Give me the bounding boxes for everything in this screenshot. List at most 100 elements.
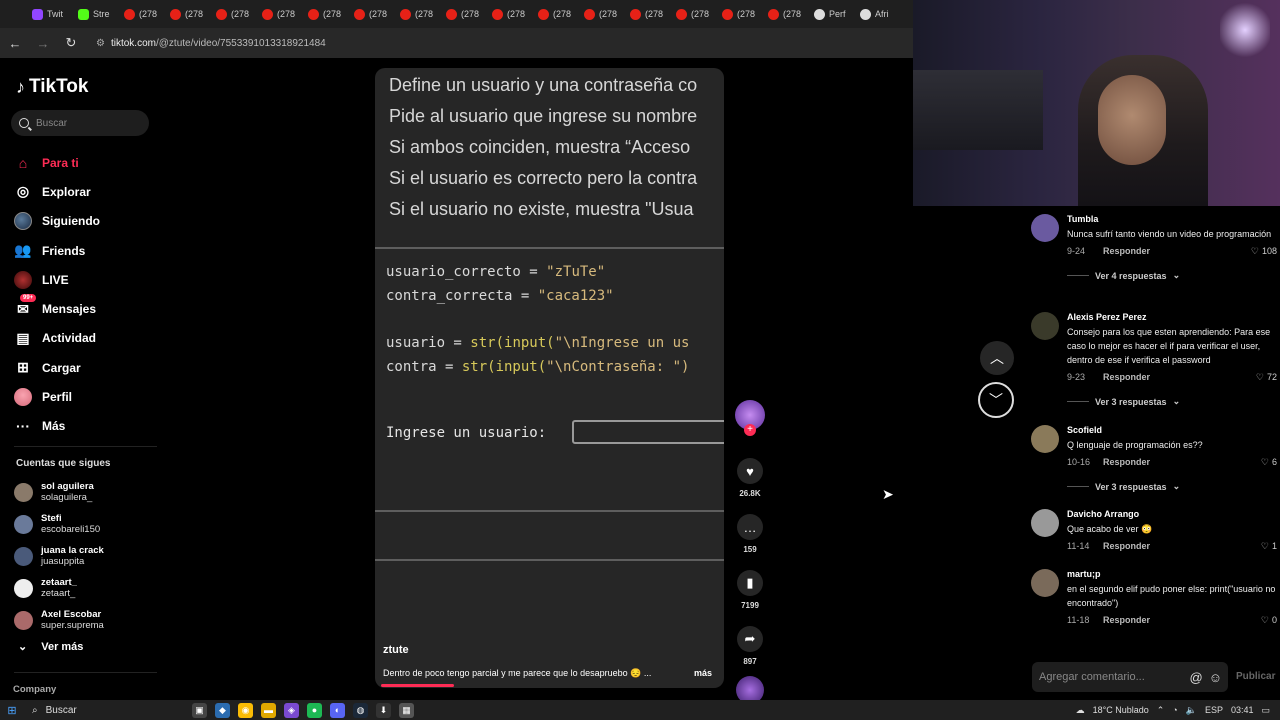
taskbar-search[interactable]: ⌕ Buscar <box>32 705 152 716</box>
sidebar-item-perfil[interactable]: Perfil <box>14 382 100 411</box>
comment-action[interactable]: … 159 <box>733 514 767 554</box>
heart-icon[interactable]: ♥ <box>737 458 763 484</box>
browser-tab[interactable]: (278 <box>626 3 672 25</box>
comment-user[interactable]: Alexis Perez Perez <box>1067 312 1277 322</box>
comment-user[interactable]: Davicho Arrango <box>1067 509 1277 519</box>
browser-tab[interactable]: (278 <box>672 3 718 25</box>
company-link[interactable]: Company <box>13 684 56 695</box>
browser-tab[interactable]: (278 <box>350 3 396 25</box>
mention-icon[interactable]: @ <box>1190 670 1203 685</box>
comment-like-button[interactable]: ♡ 108 <box>1251 246 1277 257</box>
following-account[interactable]: sol aguilera solaguilera_ <box>14 476 104 508</box>
avatar[interactable] <box>1031 509 1059 537</box>
view-replies-button[interactable]: Ver 4 respuestas ⌄ <box>1067 270 1277 281</box>
calculator-icon[interactable]: ▦ <box>399 702 414 718</box>
video-progress-bar[interactable] <box>381 684 455 687</box>
browser-tab[interactable]: (278 <box>258 3 304 25</box>
comment-user[interactable]: martu;p <box>1067 569 1277 579</box>
url-field[interactable]: ⚙ tiktok.com/@ztute/video/75533910133189… <box>96 38 326 49</box>
site-info-icon[interactable]: ⚙ <box>96 38 105 49</box>
see-more-button[interactable]: ⌄ Ver más <box>18 640 83 654</box>
following-account[interactable]: Stefi escobareli150 <box>14 508 104 540</box>
reply-button[interactable]: Responder <box>1103 246 1150 256</box>
sidebar-item-cargar[interactable]: ⊞ Cargar <box>14 353 100 382</box>
comment-like-button[interactable]: ♡ 0 <box>1261 615 1277 626</box>
browser-tab[interactable]: (278 <box>166 3 212 25</box>
browser-tab[interactable]: (278 <box>442 3 488 25</box>
comment-like-button[interactable]: ♡ 6 <box>1261 457 1277 468</box>
following-account[interactable]: juana la crack juasuppita <box>14 540 104 572</box>
wifi-icon[interactable]: ◔ <box>1172 705 1177 715</box>
comment-input[interactable]: Agregar comentario... @ ☺ <box>1032 662 1228 692</box>
steam-icon[interactable]: ◍ <box>353 702 368 718</box>
comment-user[interactable]: Tumbla <box>1067 214 1277 224</box>
clock[interactable]: 03:41 <box>1231 705 1254 715</box>
reply-button[interactable]: Responder <box>1103 372 1150 382</box>
sidebar-item-m-s[interactable]: ··· Más <box>14 412 100 441</box>
reply-button[interactable]: Responder <box>1103 457 1150 467</box>
sidebar-item-mensajes[interactable]: ✉ 99+ Mensajes <box>14 294 100 323</box>
bookmark-icon[interactable]: ▮ <box>737 570 763 596</box>
volume-icon[interactable]: 🔈 <box>1186 705 1197 716</box>
reload-icon[interactable]: ↻ <box>64 35 78 51</box>
sidebar-item-friends[interactable]: 👥 Friends <box>14 236 100 265</box>
reply-button[interactable]: Responder <box>1103 541 1150 551</box>
spotify-icon[interactable]: ● <box>307 702 322 718</box>
creator-avatar[interactable]: + <box>735 400 765 436</box>
following-account[interactable]: Axel Escobar super.suprema <box>14 604 104 636</box>
browser-tab[interactable]: Afri <box>856 3 902 25</box>
search-input[interactable]: Buscar <box>11 110 149 136</box>
copilot-icon[interactable]: ◆ <box>215 702 230 718</box>
comment-user[interactable]: Scofield <box>1067 425 1277 435</box>
browser-tab[interactable]: (278 <box>534 3 580 25</box>
follow-plus-icon[interactable]: + <box>744 424 756 436</box>
emoji-icon[interactable]: ☺ <box>1209 670 1222 685</box>
chevron-up-icon[interactable]: ︿ <box>980 341 1014 375</box>
windows-start-icon[interactable]: ⊞ <box>2 704 22 717</box>
share-action[interactable]: ➦ 897 <box>733 626 767 666</box>
comment-like-button[interactable]: ♡ 1 <box>1261 541 1277 552</box>
language-indicator[interactable]: ESP <box>1205 705 1223 715</box>
avatar[interactable] <box>1031 312 1059 340</box>
comment-icon[interactable]: … <box>737 514 763 540</box>
app-icon[interactable]: ◈ <box>284 702 299 718</box>
back-icon[interactable]: ← <box>8 36 22 51</box>
video-author[interactable]: ztute <box>383 644 409 656</box>
view-replies-button[interactable]: Ver 3 respuestas ⌄ <box>1067 396 1277 407</box>
save-action[interactable]: ▮ 7199 <box>733 570 767 610</box>
file-explorer-icon[interactable]: ▬ <box>261 702 276 718</box>
following-account[interactable]: zetaart_ zetaart_ <box>14 572 104 604</box>
discord-icon[interactable]: ◐ <box>330 702 345 718</box>
like-action[interactable]: ♥ 26.8K <box>733 458 767 498</box>
weather-label[interactable]: 18°C Nublado <box>1093 705 1149 715</box>
sidebar-item-para-ti[interactable]: ⌂ Para ti <box>14 148 100 177</box>
chevron-down-icon[interactable]: ﹀ <box>978 382 1014 418</box>
task-view-icon[interactable]: ▣ <box>192 702 207 718</box>
share-icon[interactable]: ➦ <box>737 626 763 652</box>
browser-tab[interactable]: (278 <box>718 3 764 25</box>
browser-tab[interactable]: Perf <box>810 3 856 25</box>
browser-tab[interactable]: Twit <box>28 3 74 25</box>
sidebar-item-actividad[interactable]: ▤ Actividad <box>14 324 100 353</box>
forward-icon[interactable]: → <box>36 36 50 51</box>
video-player[interactable]: Define un usuario y una contraseña co Pid… <box>375 68 724 688</box>
comment-like-button[interactable]: ♡ 72 <box>1256 372 1277 383</box>
next-video-button[interactable]: ﹀ <box>978 382 1014 418</box>
browser-tab[interactable]: Stre <box>74 3 120 25</box>
browser-tab[interactable]: (278 <box>580 3 626 25</box>
notifications-icon[interactable]: ▭ <box>1261 705 1270 716</box>
tray-overflow-icon[interactable]: ⌃ <box>1157 705 1165 716</box>
browser-tab[interactable]: (278 <box>212 3 258 25</box>
browser-tab[interactable]: (278 <box>396 3 442 25</box>
browser-tab[interactable]: (278 <box>304 3 350 25</box>
sidebar-item-siguiendo[interactable]: Siguiendo <box>14 207 100 236</box>
reply-button[interactable]: Responder <box>1103 615 1150 625</box>
previous-video-button[interactable]: ︿ <box>980 341 1014 375</box>
avatar[interactable] <box>1031 214 1059 242</box>
obs-icon[interactable]: ⬇ <box>376 702 391 718</box>
browser-tab[interactable]: (278 <box>488 3 534 25</box>
avatar[interactable] <box>1031 569 1059 597</box>
tiktok-logo[interactable]: ♪ TikTok <box>16 76 88 98</box>
view-replies-button[interactable]: Ver 3 respuestas ⌄ <box>1067 481 1277 492</box>
sidebar-item-live[interactable]: LIVE <box>14 265 100 294</box>
